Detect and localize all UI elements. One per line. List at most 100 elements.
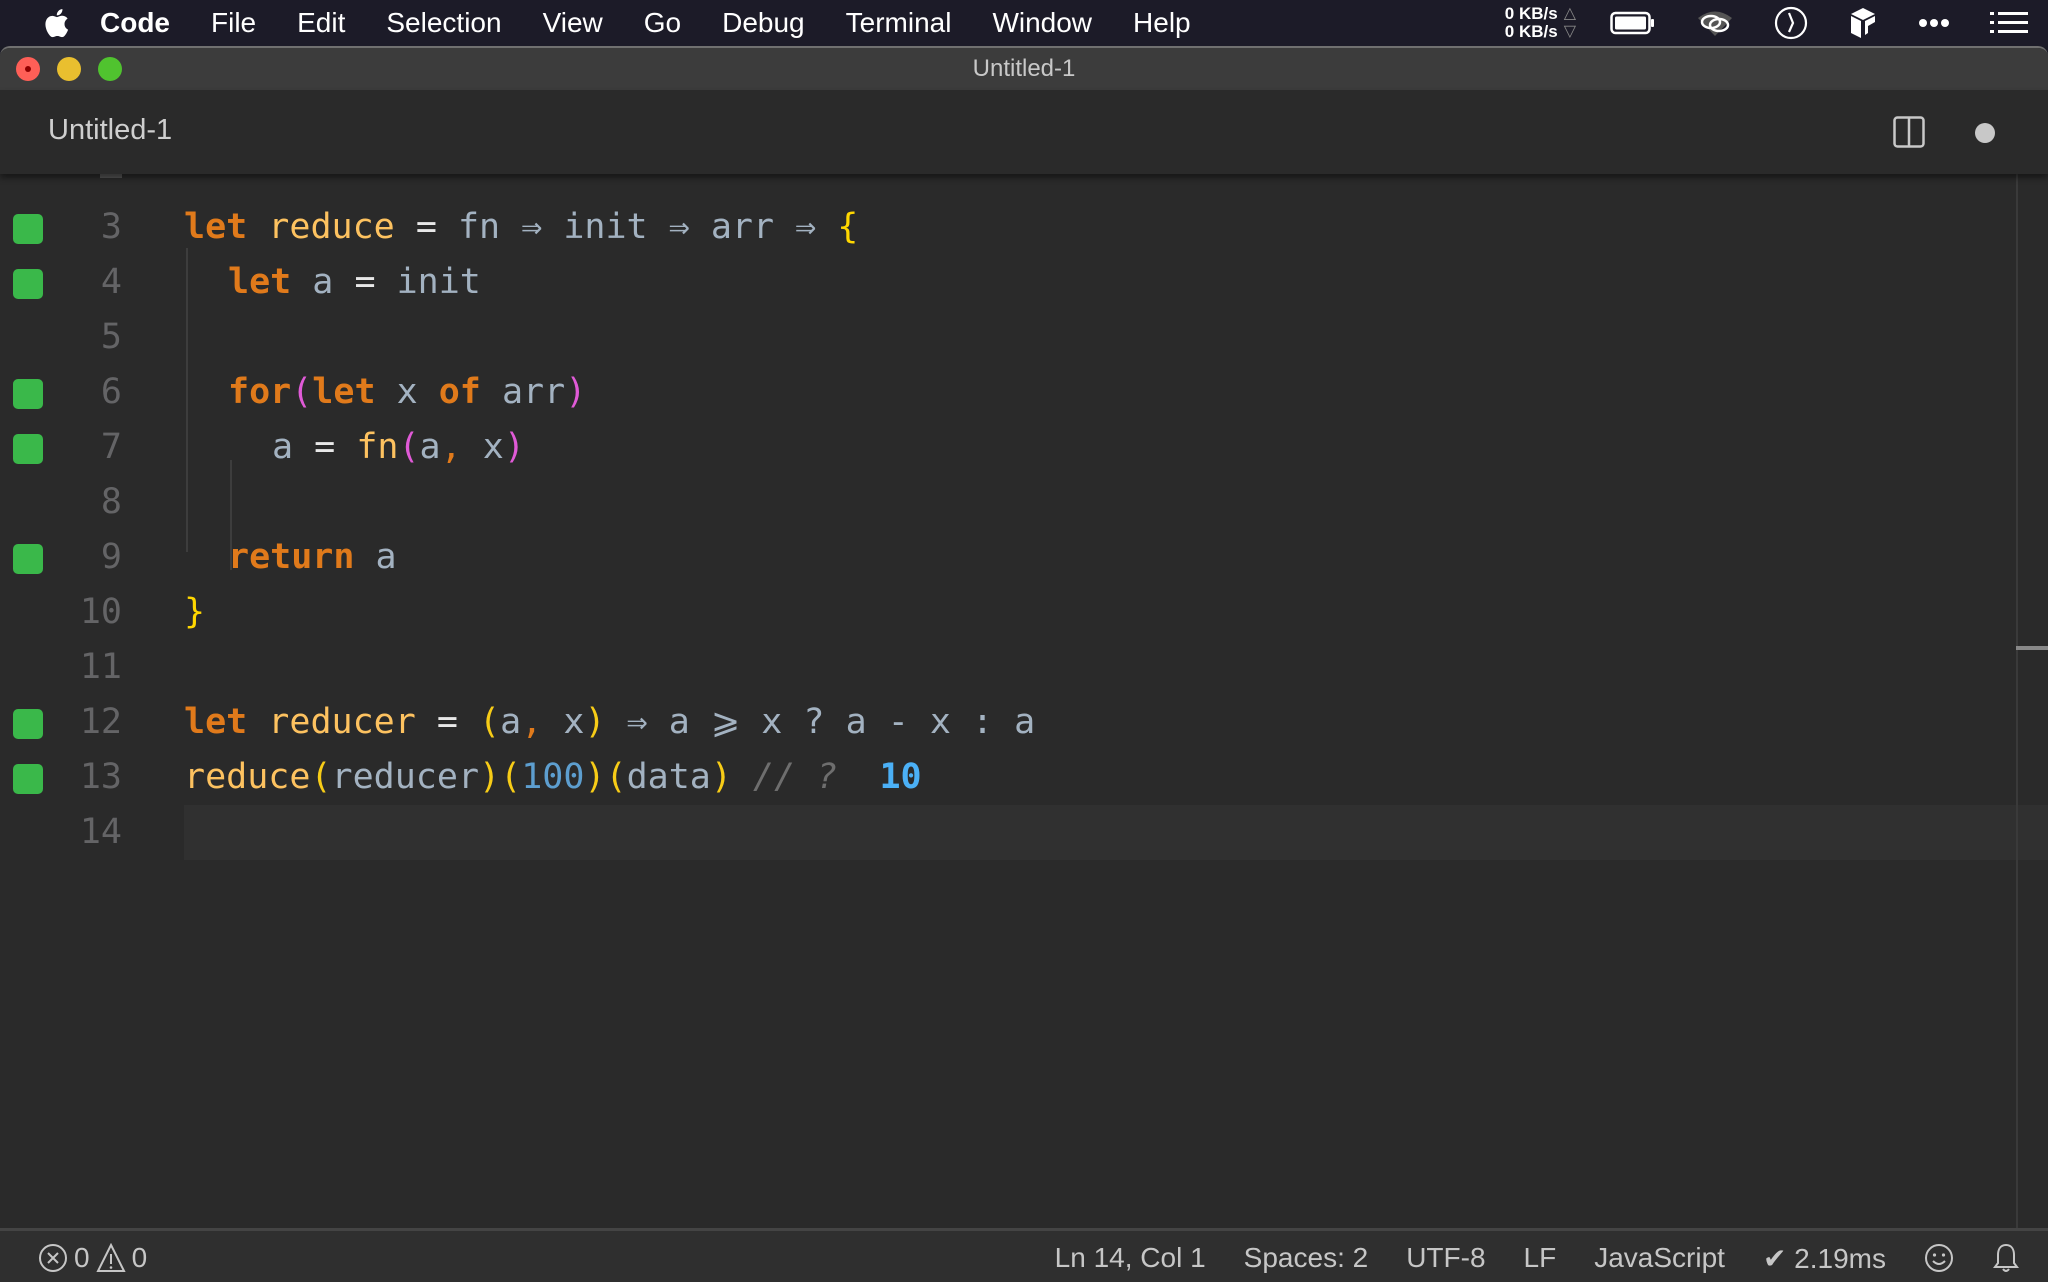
- inline-result-value: 10: [879, 757, 922, 797]
- line-number: 8: [100, 482, 122, 522]
- code-line-3: 3 let reduce = fn ⇒ init ⇒ arr ⇒ {: [0, 200, 2048, 255]
- token-identifier: fn: [436, 207, 522, 247]
- menu-file[interactable]: File: [211, 0, 256, 46]
- token-identifier: x: [375, 372, 439, 412]
- token-comment: // ?: [753, 757, 838, 797]
- token-function: reduce: [184, 757, 311, 797]
- line-number: 3: [100, 207, 122, 247]
- token-paren: (: [479, 702, 501, 742]
- bell-icon[interactable]: [1992, 1242, 2020, 1274]
- code-line-10: 10 }: [0, 585, 2048, 640]
- token-identifier: init: [375, 262, 481, 302]
- error-icon: [38, 1243, 68, 1273]
- code-line-8: 8: [0, 475, 2048, 530]
- token-comma: ,: [440, 427, 462, 467]
- menu-debug[interactable]: Debug: [722, 0, 805, 46]
- code-text: let a = init: [228, 255, 481, 310]
- wifi-link-icon[interactable]: [1696, 9, 1734, 37]
- token-paren: (: [291, 372, 313, 412]
- menu-help[interactable]: Help: [1133, 0, 1191, 46]
- menu-selection[interactable]: Selection: [386, 0, 501, 46]
- problems-indicator[interactable]: 0 0: [38, 1242, 147, 1274]
- line-number: 5: [100, 317, 122, 357]
- menu-window[interactable]: Window: [992, 0, 1092, 46]
- unsaved-dot-icon[interactable]: [1975, 123, 1995, 143]
- token-identifier: a: [291, 262, 355, 302]
- token-operator: =: [354, 262, 376, 302]
- tab-untitled-1[interactable]: Untitled-1: [48, 114, 172, 147]
- menu-terminal[interactable]: Terminal: [846, 0, 952, 46]
- menubar-tray: 0 KB/s △ 0 KB/s ▽: [1505, 0, 2048, 46]
- language-mode[interactable]: JavaScript: [1594, 1242, 1725, 1274]
- token-keyword: let: [228, 262, 292, 302]
- end-of-line[interactable]: LF: [1524, 1242, 1557, 1274]
- apple-logo-icon[interactable]: [42, 8, 70, 38]
- quokka-timing[interactable]: ✔ 2.19ms: [1763, 1242, 1886, 1275]
- token-arrow: ⇒: [668, 207, 690, 247]
- error-count: 0: [74, 1242, 90, 1273]
- line-number: 11: [79, 647, 122, 687]
- token-function: reducer: [268, 702, 416, 742]
- token-identifier: a: [647, 702, 711, 742]
- coverage-marker: [13, 764, 43, 794]
- token-keyword: let: [184, 207, 248, 247]
- token-function: fn: [356, 427, 399, 467]
- token-identifier: a: [500, 702, 522, 742]
- line-number: 6: [100, 372, 122, 412]
- more-dots-icon[interactable]: [1918, 18, 1950, 28]
- token-operator: =: [436, 702, 458, 742]
- token-paren: (: [398, 427, 420, 467]
- list-icon[interactable]: [1990, 11, 2028, 35]
- indentation-setting[interactable]: Spaces: 2: [1244, 1242, 1369, 1274]
- token-paren: ): [565, 372, 587, 412]
- code-line-4: 4 let a = init: [0, 255, 2048, 310]
- line-number: 10: [79, 592, 122, 632]
- code-line-6: 6 for(let x of arr): [0, 365, 2048, 420]
- box-icon[interactable]: [1848, 6, 1878, 40]
- overview-ruler[interactable]: [2016, 174, 2018, 1274]
- token-paren: (: [605, 757, 627, 797]
- token-operator: =: [415, 207, 437, 247]
- net-download-speed: 0 KB/s: [1504, 22, 1558, 41]
- clock-icon[interactable]: [1774, 6, 1808, 40]
- token-arrow: ⇒: [521, 207, 543, 247]
- token-identifier: reducer: [331, 757, 480, 797]
- menu-view[interactable]: View: [543, 0, 603, 46]
- code-editor[interactable]: 3 let reduce = fn ⇒ init ⇒ arr ⇒ { 4 let…: [0, 174, 2048, 1274]
- token-comma: ,: [521, 702, 543, 742]
- token-expression: x ? a - x : a: [740, 702, 1036, 742]
- network-speed-monitor[interactable]: 0 KB/s △ 0 KB/s ▽: [1505, 5, 1576, 41]
- smiley-icon[interactable]: [1924, 1243, 1954, 1273]
- token-paren: ): [584, 757, 606, 797]
- token-arrow: ⇒: [626, 702, 648, 742]
- menu-code[interactable]: Code: [100, 0, 170, 46]
- net-upload-speed: 0 KB/s: [1504, 4, 1558, 23]
- token-operator: =: [314, 427, 336, 467]
- window-titlebar[interactable]: Untitled-1: [0, 48, 2048, 90]
- menu-go[interactable]: Go: [644, 0, 681, 46]
- window-title: Untitled-1: [972, 55, 1076, 82]
- code-text: for(let x of arr): [228, 365, 586, 420]
- window-controls: [16, 57, 122, 81]
- split-editor-icon[interactable]: [1893, 116, 1925, 148]
- token-identifier: x: [461, 427, 504, 467]
- code-text: let reducer = (a, x) ⇒ a ⩾ x ? a - x : a: [184, 695, 1035, 750]
- battery-icon[interactable]: [1610, 11, 1656, 35]
- menu-edit[interactable]: Edit: [297, 0, 345, 46]
- zoom-window-button[interactable]: [98, 57, 122, 81]
- code-text: a = fn(a, x): [272, 420, 525, 475]
- minimize-window-button[interactable]: [57, 57, 81, 81]
- token-paren: ): [710, 757, 732, 797]
- close-window-button[interactable]: [16, 57, 40, 81]
- token-keyword: let: [312, 372, 376, 412]
- coverage-marker: [13, 214, 43, 244]
- cursor-position[interactable]: Ln 14, Col 1: [1055, 1242, 1206, 1274]
- file-encoding[interactable]: UTF-8: [1406, 1242, 1485, 1274]
- line-number: 4: [100, 262, 122, 302]
- upload-arrow-icon: △: [1563, 5, 1576, 22]
